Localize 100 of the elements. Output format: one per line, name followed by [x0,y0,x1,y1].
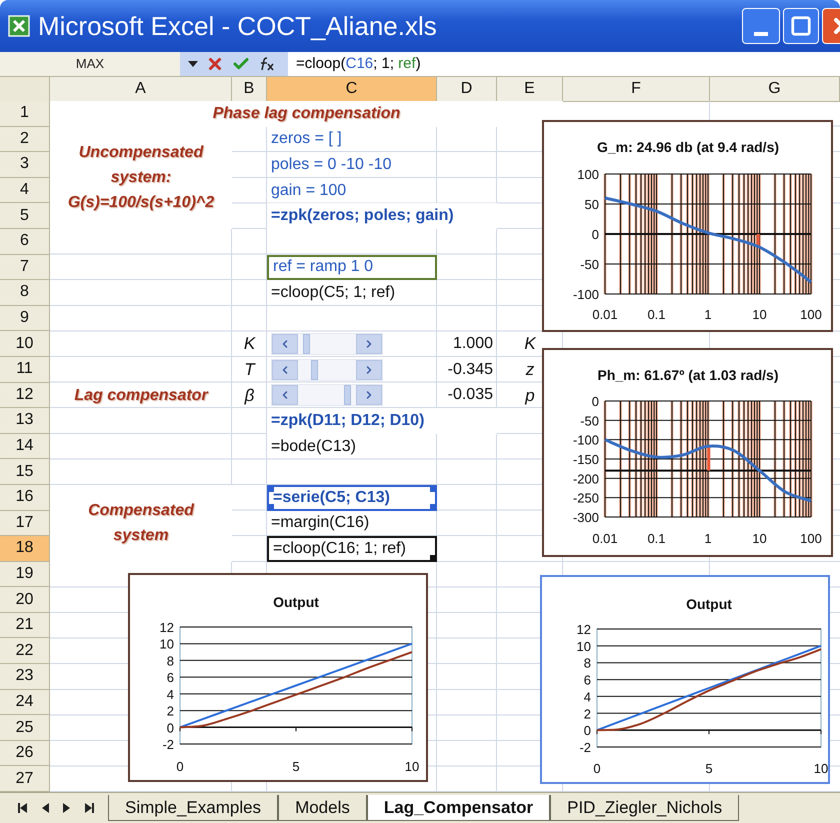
row-header[interactable]: 2 [0,126,50,152]
row-header[interactable]: 17 [0,510,50,536]
maximize-button[interactable] [783,8,819,44]
tick-label: -50 [580,257,599,272]
spreadsheet-cell[interactable]: p [521,382,539,408]
margin-marker [707,446,710,471]
tick-label: 0 [176,759,184,774]
tick-label: 10 [752,307,767,322]
spreadsheet-cell[interactable]: T [240,356,259,382]
spreadsheet-cell[interactable]: ref = ramp 1 0 [267,254,437,280]
row-header[interactable]: 19 [0,562,50,588]
row-header[interactable]: 10 [0,331,50,357]
row-header[interactable]: 27 [0,766,50,792]
scroll-left-button[interactable] [272,385,298,406]
spreadsheet-cell[interactable]: Lag compensator [50,382,232,408]
row-header[interactable]: 6 [0,228,50,255]
insert-function-icon[interactable] [258,57,274,71]
line-chart[interactable]: G_m: 24.96 db (at 9.4 rad/s) -100 -50 0 50 100 0.01 0.1 1 10 100 [542,120,833,332]
column-header[interactable]: G [710,77,840,102]
row-header[interactable]: 11 [0,356,50,383]
spreadsheet-cell[interactable]: =cloop(C16; 1; ref) [267,536,437,562]
spreadsheet-cell[interactable]: =zpk(D11; D12; D10) [267,408,497,434]
spreadsheet-cell[interactable]: zeros = [ ] [267,126,437,152]
tick-label: 100 [577,167,599,182]
row-header[interactable]: 3 [0,152,50,178]
spreadsheet-cell[interactable]: Compensated system [50,484,232,562]
column-header[interactable]: C [267,77,437,102]
spreadsheet-cell[interactable]: 1.000 [437,331,497,357]
scrollbar[interactable] [271,384,383,406]
spreadsheet-cell[interactable]: K [520,331,540,357]
row-header[interactable]: 20 [0,587,50,613]
row-header[interactable]: 4 [0,178,50,204]
scrollbar-thumb[interactable] [303,334,310,354]
tick-label: 4 [584,689,591,704]
line-chart[interactable]: Output -2 0 2 4 6 8 10 12 0 5 10 [128,573,428,782]
scrollbar[interactable] [271,333,383,356]
spreadsheet-cell[interactable]: -0.035 [437,382,497,408]
tick-label: 8 [584,656,591,671]
line-chart[interactable]: Ph_m: 61.67º (at 1.03 rad/s) -300 -250 -200 -150 -100 -50 0 0.01 0.1 1 10 100 [542,348,833,557]
scrollbar-thumb[interactable] [344,385,351,406]
row-header[interactable]: 26 [0,740,50,766]
scrollbar-thumb[interactable] [310,360,318,380]
spreadsheet-cell[interactable]: gain = 100 [267,178,437,204]
spreadsheet-cell[interactable]: =cloop(C5; 1; ref) [267,280,437,306]
row-header[interactable]: 22 [0,638,50,664]
sheet-tab[interactable]: Lag_Compensator [366,795,550,822]
row-header[interactable]: 9 [0,306,50,332]
row-header[interactable]: 14 [0,434,50,460]
spreadsheet-cell[interactable]: poles = 0 -10 -10 [267,152,437,178]
scroll-right-button[interactable] [356,360,382,380]
row-header[interactable]: 16 [0,484,50,510]
last-sheet-icon[interactable] [82,802,96,814]
row-header[interactable]: 18 [0,536,50,562]
scrollbar[interactable] [271,358,383,381]
row-header[interactable]: 13 [0,408,50,434]
spreadsheet-app-icon [8,15,30,37]
formula-field[interactable]: =cloop(C16; 1; ref) [288,52,840,76]
sheet-tab[interactable]: Models [278,795,367,822]
row-header[interactable]: 21 [0,612,50,638]
tick-label: 0.1 [647,307,666,322]
row-header[interactable]: 23 [0,664,50,690]
spreadsheet-cell[interactable]: -0.345 [437,356,497,383]
spreadsheet-cell[interactable]: Phase lag compensation [50,101,563,127]
tick-label: 6 [584,672,591,688]
sheet-tab[interactable]: Simple_Examples [108,795,278,822]
scroll-right-button[interactable] [356,334,382,354]
row-header[interactable]: 12 [0,382,50,408]
spreadsheet-cell[interactable]: =margin(C16) [267,510,437,536]
minimize-icon [754,32,768,36]
scroll-left-button[interactable] [272,360,298,380]
spreadsheet-cell[interactable]: =serie(C5; C13) [267,484,437,510]
spreadsheet-cell[interactable]: Uncompensated system: G(s)=100/s(s+10)^2 [50,126,232,229]
spreadsheet-cell[interactable]: z [522,356,538,382]
row-header[interactable]: 5 [0,203,50,229]
sheet-tab[interactable]: PID_Ziegler_Nichols [550,795,740,822]
row-header[interactable]: 24 [0,690,50,716]
tick-label: 8 [166,653,174,668]
dropdown-icon[interactable] [188,60,198,68]
spreadsheet-cell[interactable]: =bode(C13) [267,434,437,460]
row-header[interactable]: 25 [0,715,50,741]
spreadsheet-cell[interactable]: β [240,382,258,408]
row-header[interactable]: 1 [0,101,50,127]
row-header[interactable]: 15 [0,459,50,485]
row-header[interactable]: 7 [0,254,50,280]
line-chart[interactable]: Output -2 0 2 4 6 8 10 12 0 5 10 [540,575,830,784]
maximize-icon [790,15,812,37]
chart-title: Ph_m: 61.67º (at 1.03 rad/s) [598,367,778,383]
spreadsheet-cell[interactable]: =zpk(zeros; poles; gain) [267,203,497,229]
spreadsheet-cell[interactable]: K [240,331,260,357]
tick-label: 10 [404,759,420,774]
cancel-icon[interactable] [206,55,224,73]
tick-label: 0 [166,720,174,736]
tick-label: 100 [800,307,822,322]
minimize-button[interactable] [742,8,780,44]
column-header[interactable]: F [563,77,710,102]
first-sheet-icon[interactable] [16,802,30,814]
row-header[interactable]: 8 [0,280,50,306]
scroll-left-button[interactable] [272,334,298,354]
scroll-right-button[interactable] [356,385,382,406]
tick-label: -300 [572,510,599,525]
